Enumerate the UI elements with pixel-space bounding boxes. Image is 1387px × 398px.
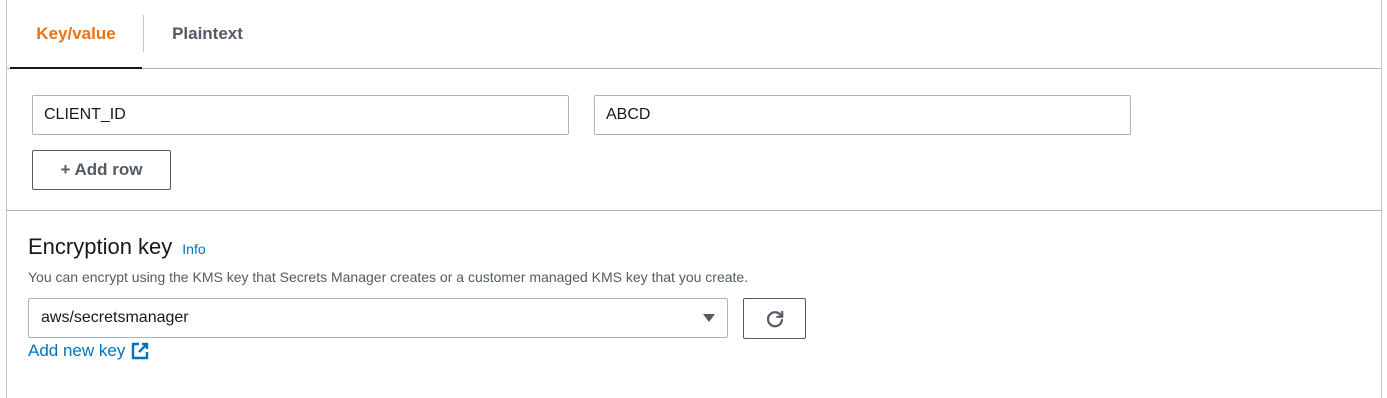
external-link-icon bbox=[132, 342, 149, 360]
tab-key-value[interactable]: Key/value bbox=[10, 0, 142, 69]
tab-plaintext-label: Plaintext bbox=[172, 24, 243, 43]
info-link[interactable]: Info bbox=[182, 241, 205, 257]
secret-value-panel: Key/value Plaintext + Add row Encryption… bbox=[6, 0, 1382, 398]
add-new-key-link[interactable]: Add new key bbox=[28, 341, 149, 361]
caret-down-icon bbox=[703, 314, 715, 322]
secret-key-input[interactable] bbox=[32, 95, 569, 135]
encryption-key-selected-value: aws/secretsmanager bbox=[41, 309, 189, 326]
key-value-editor: + Add row bbox=[7, 69, 1381, 211]
encryption-key-title: Encryption key bbox=[28, 234, 173, 259]
add-row-button[interactable]: + Add row bbox=[32, 150, 171, 190]
encryption-key-header: Encryption key Info bbox=[28, 234, 206, 260]
encryption-key-select[interactable]: aws/secretsmanager bbox=[28, 298, 728, 338]
tab-key-value-label: Key/value bbox=[36, 23, 116, 43]
secret-value-input[interactable] bbox=[594, 95, 1131, 135]
encryption-key-description: You can encrypt using the KMS key that S… bbox=[28, 269, 749, 285]
tab-plaintext[interactable]: Plaintext bbox=[144, 0, 271, 68]
add-row-label: + Add row bbox=[60, 160, 143, 179]
refresh-button[interactable] bbox=[743, 298, 806, 339]
refresh-icon bbox=[766, 310, 783, 327]
secret-type-tabs: Key/value Plaintext bbox=[7, 0, 1381, 69]
add-new-key-label: Add new key bbox=[28, 341, 126, 360]
